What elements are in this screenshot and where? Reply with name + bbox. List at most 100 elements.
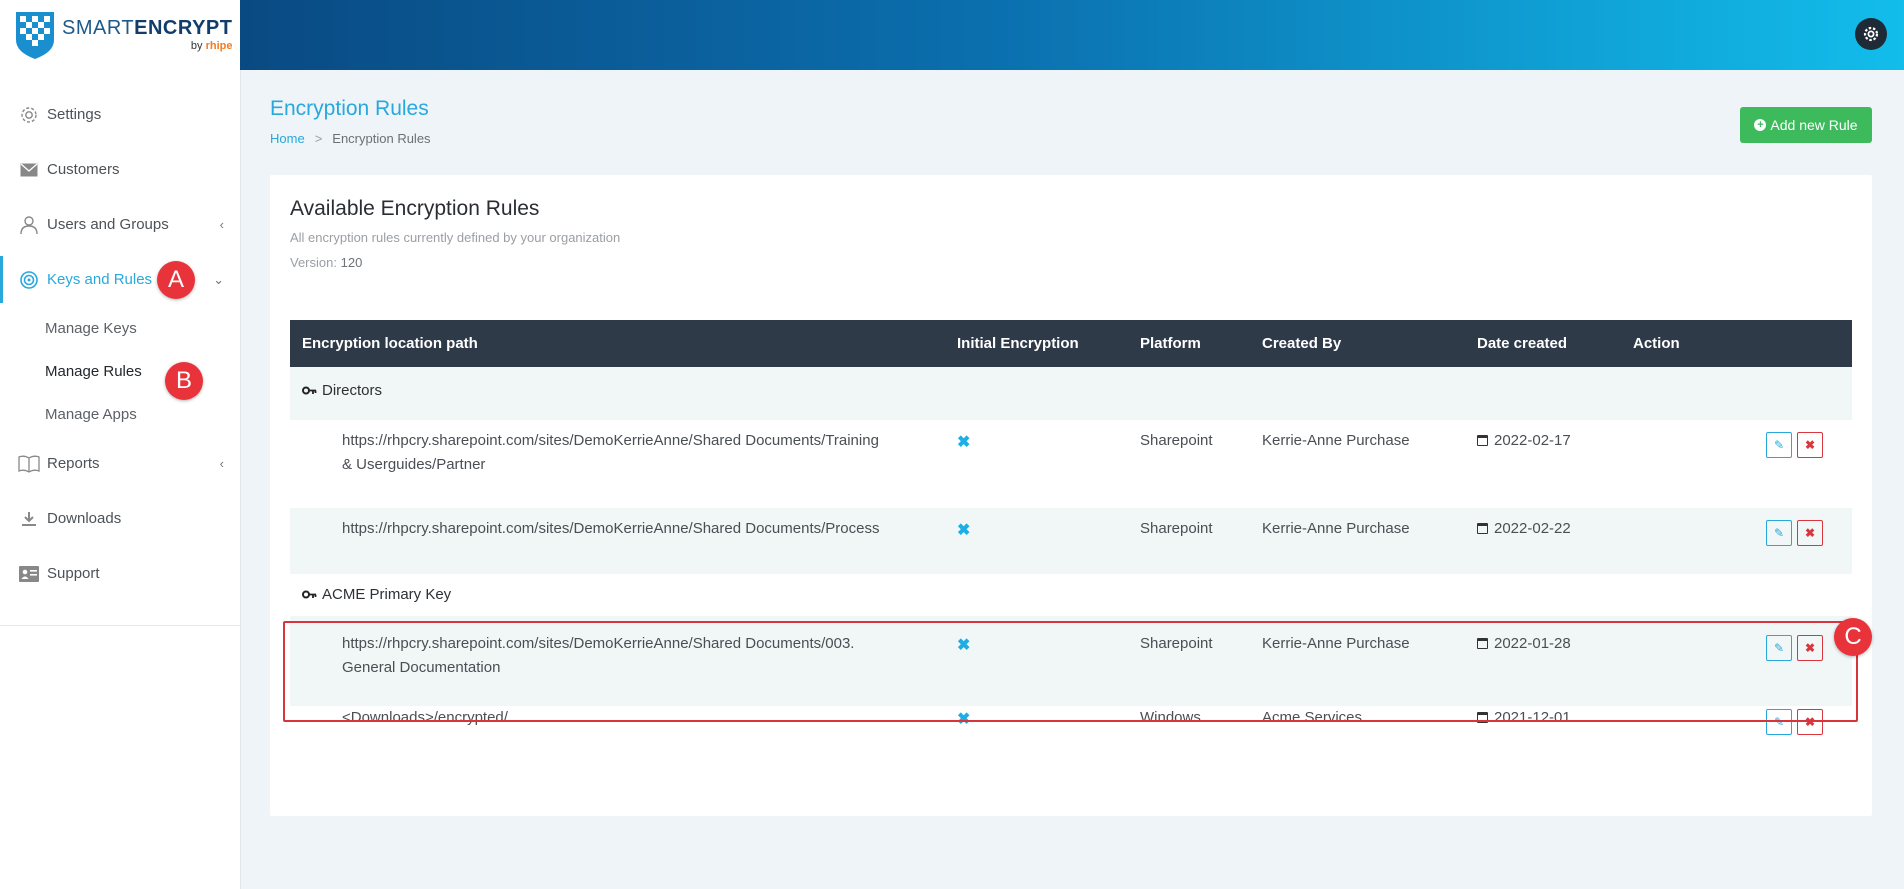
row-platform: Sharepoint [1140, 635, 1213, 652]
row-platform: Sharepoint [1140, 520, 1213, 537]
table-row: https://rhpcry.sharepoint.com/sites/Demo… [290, 616, 1852, 706]
delete-rule-button[interactable]: ✖ [1797, 432, 1823, 458]
card-title: Available Encryption Rules [290, 197, 540, 220]
brand-vendor: rhipe [205, 40, 233, 52]
column-header-date-created: Date created [1477, 335, 1568, 352]
annotation-marker-b: B [165, 362, 203, 400]
delete-rule-button[interactable]: ✖ [1797, 635, 1823, 661]
version-label: Version: [290, 255, 337, 270]
x-icon: ✖ [1804, 438, 1816, 452]
column-header-action: Action [1633, 335, 1680, 352]
sidebar-subitem-manage-keys[interactable]: Manage Keys [0, 307, 240, 350]
pencil-icon: ✎ [1773, 438, 1785, 452]
delete-rule-button[interactable]: ✖ [1797, 520, 1823, 546]
table-header: Encryption location path Initial Encrypt… [290, 320, 1852, 367]
target-icon [18, 269, 40, 291]
page-title: Encryption Rules [270, 97, 429, 120]
column-header-path: Encryption location path [302, 335, 478, 352]
breadcrumb-current: Encryption Rules [332, 131, 431, 146]
sidebar-item-label: Keys and Rules [47, 271, 153, 288]
sidebar-subitem-manage-apps[interactable]: Manage Apps [0, 393, 240, 436]
brand-by: by [190, 40, 203, 52]
sidebar-item-label: Reports [47, 455, 100, 472]
sidebar-item-label: Users and Groups [47, 216, 169, 233]
x-icon: ✖ [1804, 526, 1816, 540]
initial-encryption-x-icon: ✖ [957, 637, 971, 654]
add-new-rule-button[interactable]: + Add new Rule [1740, 107, 1872, 143]
sidebar-item-label: Customers [47, 161, 120, 178]
calendar-icon [1477, 712, 1488, 723]
group-row-directors: Directors [290, 367, 1852, 420]
table-row: <Downloads>/encrypted/ ✖ Windows Acme Se… [290, 706, 1852, 766]
row-date-value: 2021-12-01 [1494, 709, 1571, 726]
rules-card: Available Encryption Rules All encryptio… [270, 175, 1872, 816]
row-date-value: 2022-02-22 [1494, 520, 1571, 537]
group-row-acme-primary-key: ACME Primary Key [290, 574, 1852, 616]
sidebar: SMARTENCRYPT by rhipe Settings Customers… [0, 0, 241, 889]
row-path-line1: https://rhpcry.sharepoint.com/sites/Demo… [342, 635, 855, 652]
chevron-down-icon: ⌄ [213, 271, 224, 287]
initial-encryption-x-icon: ✖ [957, 434, 971, 451]
card-subtitle: All encryption rules currently defined b… [290, 230, 621, 245]
id-card-icon [18, 563, 40, 585]
logo[interactable]: SMARTENCRYPT by rhipe [0, 0, 240, 70]
row-actions: ✎ ✖ [1766, 709, 1823, 735]
initial-encryption-x-icon: ✖ [957, 711, 971, 728]
column-header-created-by: Created By [1262, 335, 1342, 352]
table-row: https://rhpcry.sharepoint.com/sites/Demo… [290, 420, 1852, 508]
group-name: ACME Primary Key [322, 586, 452, 603]
settings-gear-button[interactable] [1855, 18, 1887, 50]
sidebar-item-users-and-groups[interactable]: Users and Groups ‹ [0, 197, 240, 252]
x-icon: ✖ [1804, 715, 1816, 729]
row-path-line2: & Userguides/Partner [342, 456, 486, 473]
pencil-icon: ✎ [1773, 715, 1785, 729]
calendar-icon [1477, 638, 1488, 649]
annotation-marker-a: A [157, 261, 195, 299]
user-icon [18, 214, 40, 236]
pencil-icon: ✎ [1773, 526, 1785, 540]
sidebar-item-reports[interactable]: Reports ‹ [0, 436, 240, 491]
sidebar-subitem-manage-rules[interactable]: Manage Rules [0, 350, 240, 393]
edit-rule-button[interactable]: ✎ [1766, 709, 1792, 735]
book-icon [18, 453, 40, 475]
group-name: Directors [322, 382, 383, 399]
table-row: https://rhpcry.sharepoint.com/sites/Demo… [290, 508, 1852, 574]
edit-rule-button[interactable]: ✎ [1766, 635, 1792, 661]
sidebar-item-label: Downloads [47, 510, 122, 527]
row-date: 2021-12-01 [1477, 709, 1571, 726]
row-path-line2: General Documentation [342, 659, 501, 676]
breadcrumb-home-link[interactable]: Home [270, 131, 305, 146]
brand-light: SMART [62, 17, 135, 39]
row-path-line1: https://rhpcry.sharepoint.com/sites/Demo… [342, 520, 880, 537]
row-created-by: Kerrie-Anne Purchase [1262, 635, 1410, 652]
top-bar [240, 0, 1904, 70]
edit-rule-button[interactable]: ✎ [1766, 432, 1792, 458]
delete-rule-button[interactable]: ✖ [1797, 709, 1823, 735]
initial-encryption-x-icon: ✖ [957, 522, 971, 539]
row-actions: ✎ ✖ [1766, 635, 1823, 661]
edit-rule-button[interactable]: ✎ [1766, 520, 1792, 546]
sidebar-item-customers[interactable]: Customers [0, 142, 240, 197]
key-icon [302, 590, 317, 599]
row-actions: ✎ ✖ [1766, 520, 1823, 546]
sidebar-item-downloads[interactable]: Downloads [0, 491, 240, 546]
calendar-icon [1477, 523, 1488, 534]
download-icon [18, 508, 40, 530]
key-icon [302, 386, 317, 395]
breadcrumb-separator: > [314, 131, 323, 146]
row-date: 2022-02-17 [1477, 432, 1571, 449]
column-header-platform: Platform [1140, 335, 1201, 352]
pencil-icon: ✎ [1773, 641, 1785, 655]
add-new-rule-label: Add new Rule [1770, 117, 1858, 133]
chevron-left-icon: ‹ [219, 217, 224, 232]
annotation-marker-c: C [1834, 618, 1872, 656]
sidebar-item-settings[interactable]: Settings [0, 87, 240, 142]
sidebar-item-keys-and-rules[interactable]: Keys and Rules ⌄ [0, 252, 240, 307]
sidebar-item-support[interactable]: Support [0, 546, 240, 601]
row-date-value: 2022-02-17 [1494, 432, 1571, 449]
version-info: Version: 120 [290, 255, 362, 270]
plus-circle-icon: + [1754, 119, 1767, 131]
row-platform: Windows [1140, 709, 1201, 726]
row-date: 2022-02-22 [1477, 520, 1571, 537]
row-created-by: Acme Services [1262, 709, 1363, 726]
